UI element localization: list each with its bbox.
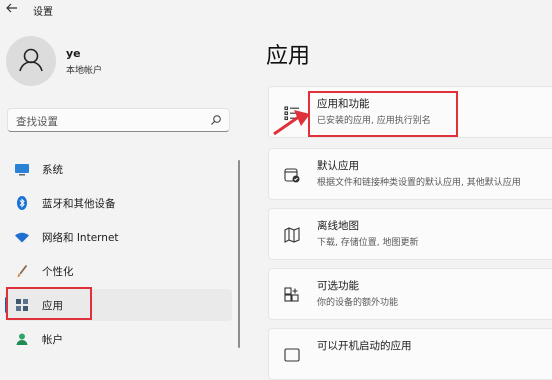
annotation-arrow-icon xyxy=(273,110,310,136)
card-subtitle: 根据文件和链接种类设置的默认应用, 其他默认应用 xyxy=(317,178,521,188)
wifi-icon xyxy=(15,232,29,243)
startup-apps-card[interactable]: 可以开机启动的应用 xyxy=(268,328,552,380)
annotation-box-apps-features xyxy=(308,91,458,137)
card-title: 离线地图 xyxy=(317,220,359,232)
sidebar-item-bluetooth[interactable]: 蓝牙和其他设备 xyxy=(5,187,232,219)
avatar xyxy=(6,36,56,86)
sidebar-item-accounts[interactable]: 帐户 xyxy=(5,323,232,355)
back-arrow-icon xyxy=(6,3,17,13)
card-subtitle: 下载, 存储位置, 地图更新 xyxy=(317,238,419,248)
sidebar-item-network[interactable]: 网络和 Internet xyxy=(5,221,232,253)
sidebar-nav: 系统 蓝牙和其他设备 网络和 Internet 个性化 应用 帐户 xyxy=(5,153,232,357)
title-bar: 设置 xyxy=(0,0,552,18)
startup-icon xyxy=(284,348,300,362)
user-icon xyxy=(19,48,43,72)
account-icon xyxy=(16,333,28,345)
brush-icon xyxy=(17,264,28,278)
user-name: ye xyxy=(66,47,81,60)
card-subtitle: 你的设备的额外功能 xyxy=(317,298,399,308)
card-title: 默认应用 xyxy=(317,160,359,172)
card-title: 可以开机启动的应用 xyxy=(317,340,412,352)
optional-features-icon xyxy=(284,287,299,302)
search-input[interactable]: 查找设置 xyxy=(7,108,230,132)
search-placeholder: 查找设置 xyxy=(16,116,58,128)
back-button[interactable] xyxy=(4,0,20,16)
map-icon xyxy=(284,227,300,243)
system-monitor-icon xyxy=(15,164,29,176)
offline-maps-card[interactable]: 离线地图 下载, 存储位置, 地图更新 xyxy=(268,208,552,260)
default-apps-icon xyxy=(284,168,300,183)
account-type: 本地帐户 xyxy=(66,66,103,76)
card-title: 可选功能 xyxy=(317,280,359,292)
sidebar-item-system[interactable]: 系统 xyxy=(5,153,232,185)
bluetooth-icon xyxy=(17,196,27,210)
page-title: 应用 xyxy=(266,44,311,69)
window-title: 设置 xyxy=(33,7,53,18)
sidebar-scrollbar[interactable] xyxy=(238,160,240,348)
search-icon xyxy=(211,115,221,125)
optional-features-card[interactable]: 可选功能 你的设备的额外功能 xyxy=(268,268,552,320)
sidebar-item-label: 系统 xyxy=(42,164,63,176)
sidebar-item-label: 帐户 xyxy=(42,334,63,346)
default-apps-card[interactable]: 默认应用 根据文件和链接种类设置的默认应用, 其他默认应用 xyxy=(268,148,552,200)
sidebar-item-label: 网络和 Internet xyxy=(42,232,119,244)
sidebar-item-label: 个性化 xyxy=(42,266,74,278)
sidebar-item-label: 蓝牙和其他设备 xyxy=(42,198,116,210)
annotation-box-apps-nav xyxy=(6,287,92,320)
sidebar-item-personalization[interactable]: 个性化 xyxy=(5,255,232,287)
